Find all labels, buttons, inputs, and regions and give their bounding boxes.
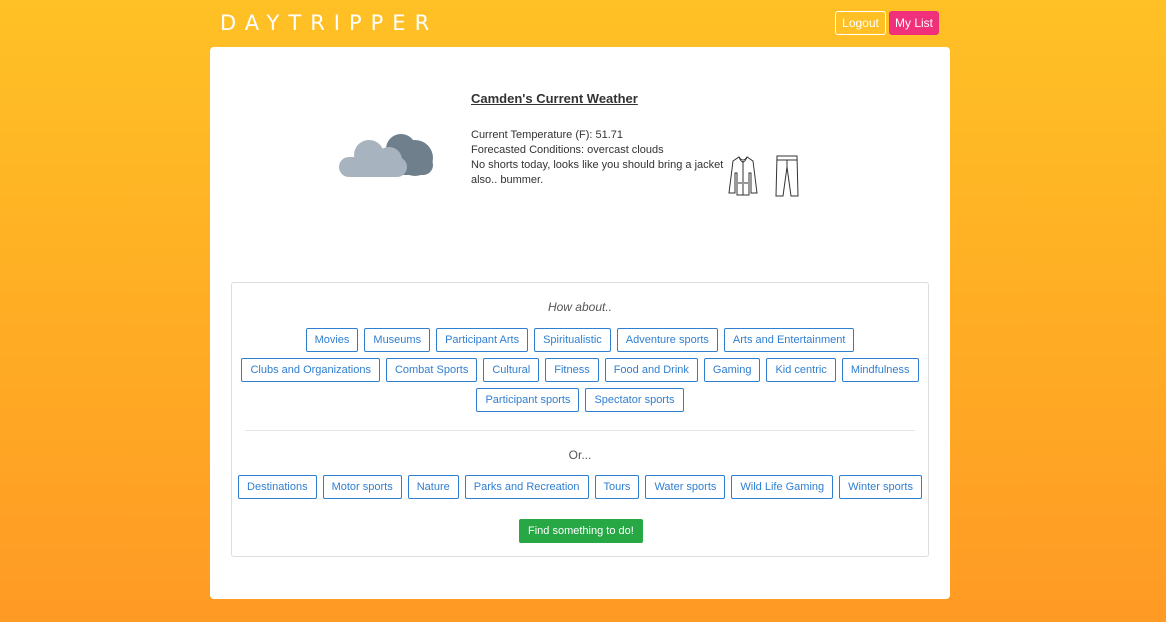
category-button[interactable]: Kid centric [766, 358, 836, 382]
clothing-suggestions [725, 153, 805, 204]
category-button[interactable]: Tours [594, 475, 640, 499]
category-button[interactable]: Spectator sports [585, 388, 684, 412]
category-button[interactable]: Wild Life Gaming [731, 475, 834, 499]
activity-picker: How about.. Movies Museums Participant A… [231, 282, 929, 557]
logout-button[interactable]: Logout [835, 11, 886, 35]
category-button[interactable]: Gaming [703, 358, 761, 382]
my-list-button[interactable]: My List [889, 11, 939, 35]
clothing-advice: No shorts today, looks like you should b… [471, 159, 724, 186]
category-button[interactable]: Movies [305, 328, 359, 352]
category-button[interactable]: Cultural [483, 358, 540, 382]
category-button[interactable]: Fitness [545, 358, 599, 382]
category-button[interactable]: Museums [364, 328, 431, 352]
category-button[interactable]: Water sports [645, 475, 726, 499]
divider [245, 430, 915, 431]
category-button[interactable]: Winter sports [839, 475, 922, 499]
forecast-conditions: Forecasted Conditions: overcast clouds [471, 144, 664, 156]
category-button[interactable]: Motor sports [322, 475, 402, 499]
current-temperature: Current Temperature (F): 51.71 [471, 129, 624, 141]
category-button[interactable]: Destinations [238, 475, 317, 499]
category-button[interactable]: Combat Sports [385, 358, 478, 382]
brand-logo: DAYTRIPPER [220, 11, 439, 35]
weather-title: Camden's Current Weather [471, 91, 638, 106]
weather-details: Current Temperature (F): 51.71 Forecaste… [471, 128, 726, 188]
main-card: Camden's Current Weather Current Tempera… [210, 47, 950, 599]
activity-prompt: How about.. [547, 300, 613, 314]
activity-row-2: Clubs and Organizations Combat Sports Cu… [232, 358, 928, 382]
category-button[interactable]: Participant sports [476, 388, 580, 412]
category-button[interactable]: Food and Drink [604, 358, 698, 382]
category-button[interactable]: Clubs and Organizations [241, 358, 380, 382]
activity-row-1: Movies Museums Participant Arts Spiritua… [232, 328, 928, 352]
category-button[interactable]: Participant Arts [436, 328, 529, 352]
category-button[interactable]: Parks and Recreation [464, 475, 589, 499]
pants-icon [775, 155, 799, 197]
category-button[interactable]: Nature [407, 475, 459, 499]
category-button[interactable]: Arts and Entertainment [723, 328, 855, 352]
find-something-button[interactable]: Find something to do! [519, 519, 643, 543]
activity-row-4: Destinations Motor sports Nature Parks a… [232, 475, 928, 499]
cloud-icon [337, 125, 437, 190]
category-button[interactable]: Mindfulness [841, 358, 919, 382]
category-button[interactable]: Adventure sports [616, 328, 718, 352]
jacket-icon [728, 156, 758, 196]
category-button[interactable]: Spiritualistic [534, 328, 611, 352]
activity-row-3: Participant sports Spectator sports [232, 388, 928, 412]
or-label: Or... [568, 448, 592, 462]
